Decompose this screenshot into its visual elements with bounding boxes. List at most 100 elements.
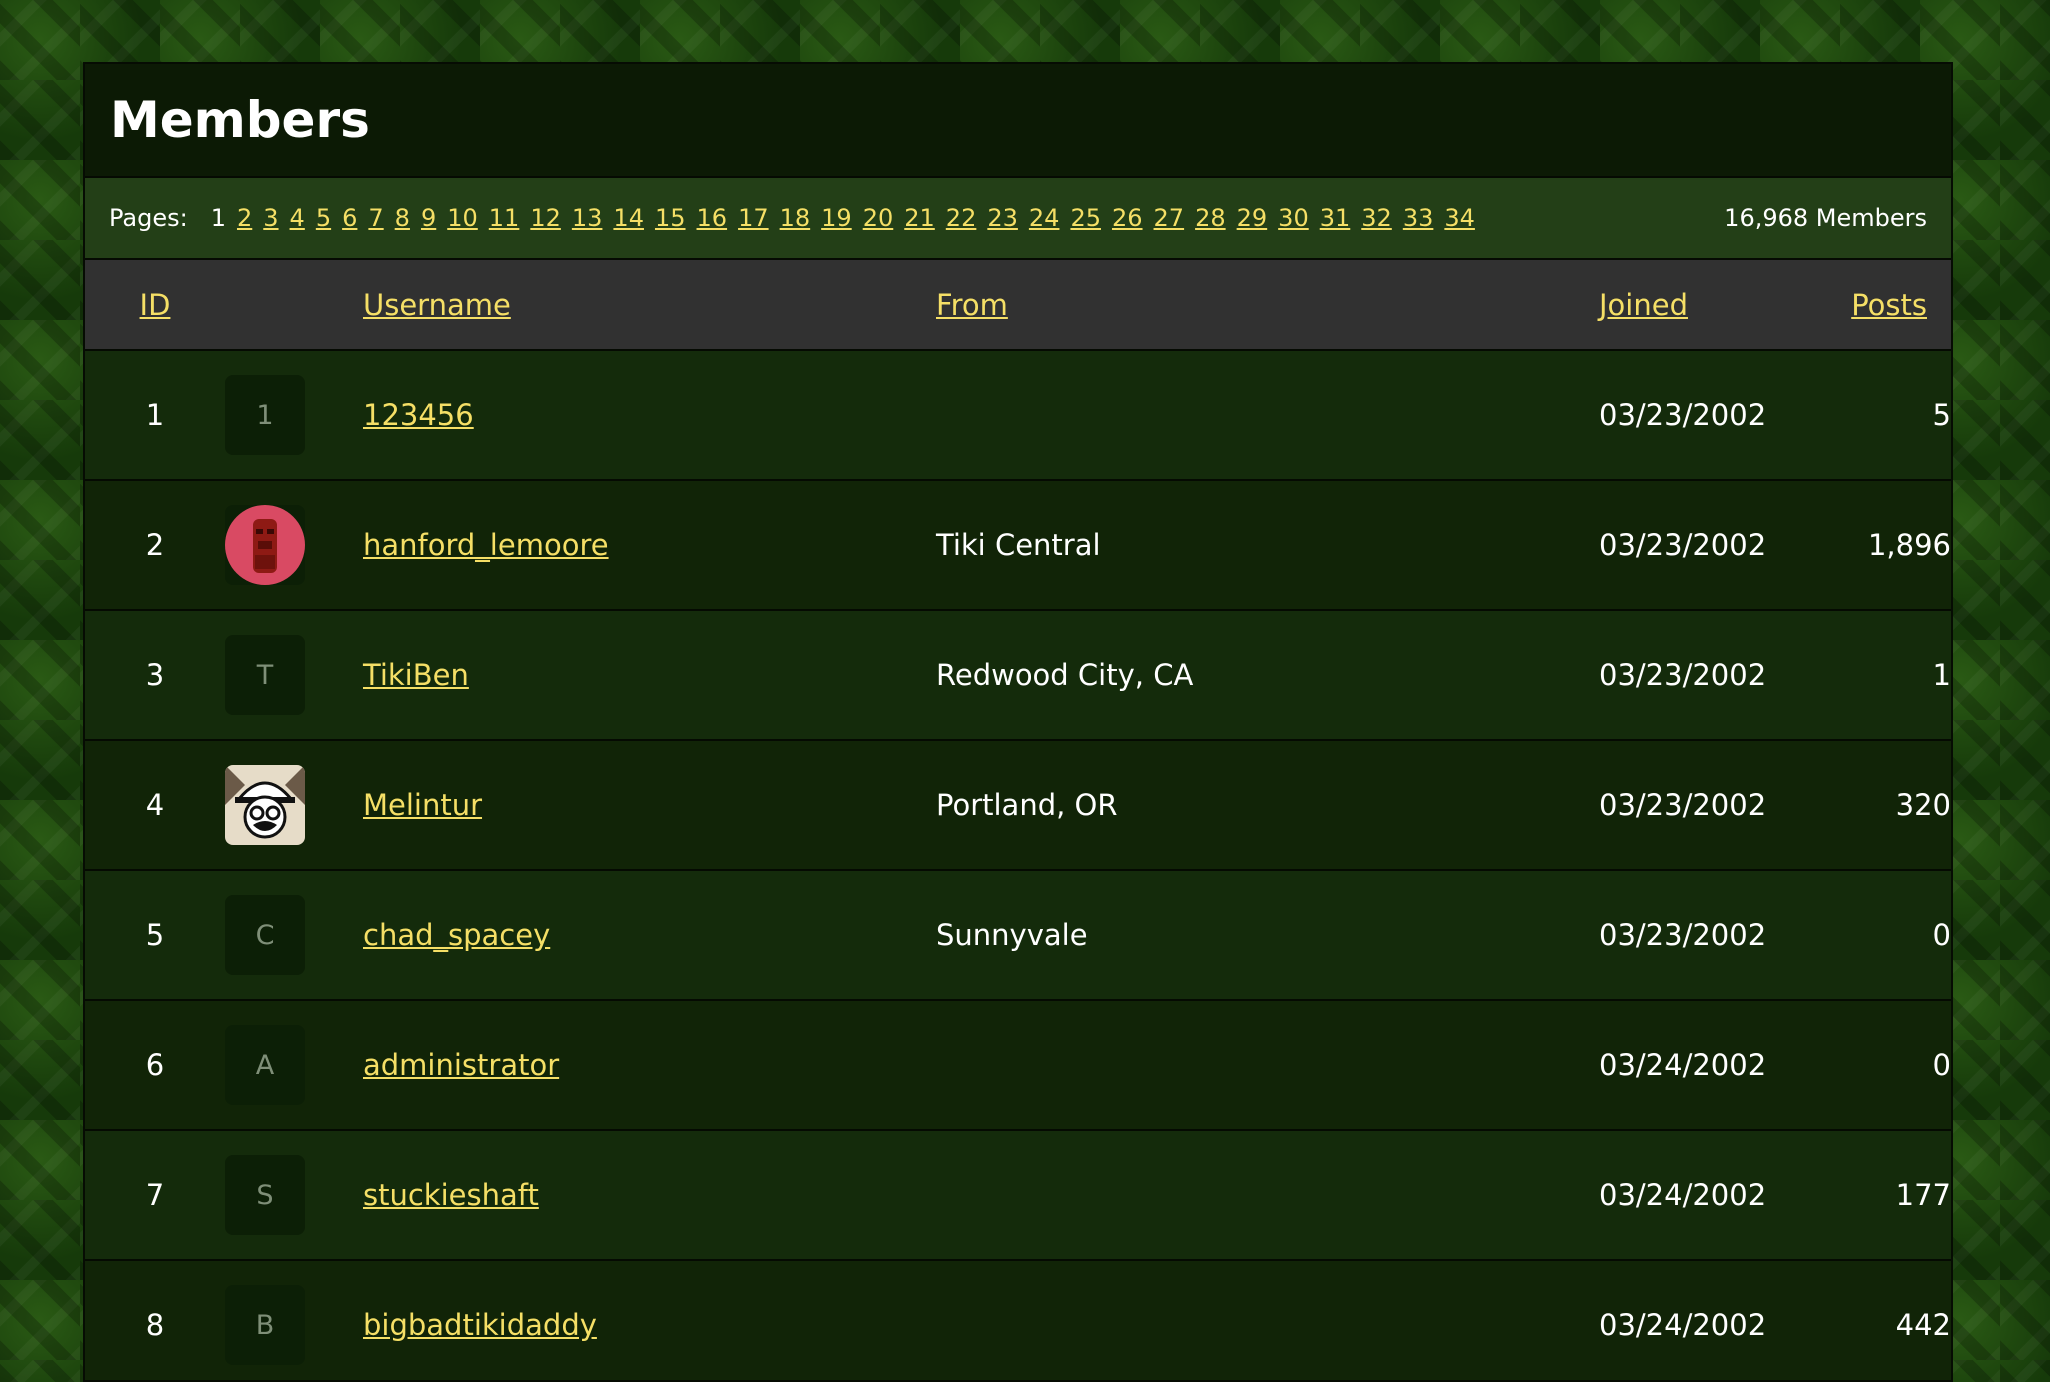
page-link[interactable]: 10 — [447, 204, 478, 232]
column-header-joined[interactable]: Joined — [1599, 260, 1791, 351]
username-link[interactable]: Melintur — [363, 788, 482, 822]
table-row: 7 Sstuckieshaft 03/24/2002 177 — [85, 1130, 1951, 1260]
page-link[interactable]: 28 — [1195, 204, 1226, 232]
username-link[interactable]: 123456 — [363, 398, 474, 432]
username-cell: 123456 — [363, 350, 936, 480]
page-link[interactable]: 9 — [421, 204, 436, 232]
page-link[interactable]: 21 — [904, 204, 935, 232]
member-joined: 03/24/2002 — [1599, 1048, 1767, 1082]
member-posts: 1 — [1932, 658, 1951, 692]
page-link[interactable]: 33 — [1403, 204, 1434, 232]
member-joined: 03/23/2002 — [1599, 528, 1767, 562]
username-link[interactable]: administrator — [363, 1048, 559, 1082]
member-posts: 1,896 — [1867, 528, 1951, 562]
pagination: Pages: 1 2 3 4 5 6 7 8 9 10 11 12 13 14 15 16 17 18 19 20 2… — [109, 204, 1475, 232]
avatar-placeholder[interactable]: T — [225, 635, 305, 715]
member-posts: 0 — [1932, 1048, 1951, 1082]
pagination-bar: Pages: 1 2 3 4 5 6 7 8 9 10 11 12 13 14 15 16 17 18 19 20 2… — [85, 178, 1951, 260]
member-id: 3 — [145, 658, 165, 692]
member-from: Portland, OR — [936, 788, 1118, 822]
page-link[interactable]: 8 — [395, 204, 410, 232]
member-joined: 03/24/2002 — [1599, 1308, 1767, 1342]
avatar-placeholder[interactable]: 1 — [225, 375, 305, 455]
page-link[interactable]: 23 — [987, 204, 1018, 232]
page-link[interactable]: 3 — [263, 204, 278, 232]
page-link[interactable]: 14 — [613, 204, 644, 232]
member-id: 1 — [145, 398, 165, 432]
page-link[interactable]: 12 — [530, 204, 561, 232]
username-link[interactable]: bigbadtikidaddy — [363, 1308, 597, 1342]
member-joined: 03/23/2002 — [1599, 398, 1767, 432]
member-joined: 03/23/2002 — [1599, 658, 1767, 692]
table-row: 8 Bbigbadtikidaddy 03/24/2002 442 — [85, 1260, 1951, 1380]
member-id: 7 — [145, 1178, 165, 1212]
page-link[interactable]: 19 — [821, 204, 852, 232]
member-posts: 177 — [1895, 1178, 1951, 1212]
members-panel: Members Pages: 1 2 3 4 5 6 7 8 9 10 11 12 13 14 15 16 1… — [83, 62, 1953, 1382]
page-link[interactable]: 30 — [1278, 204, 1309, 232]
member-id: 6 — [145, 1048, 165, 1082]
member-from — [936, 350, 1599, 480]
username-cell: administrator — [363, 1000, 936, 1130]
page-link[interactable]: 16 — [697, 204, 728, 232]
avatar-letter: A — [255, 1049, 275, 1081]
avatar-cell: A — [225, 1000, 363, 1130]
page-link[interactable]: 24 — [1029, 204, 1060, 232]
username-link[interactable]: hanford_lemoore — [363, 528, 609, 562]
avatar-letter: S — [256, 1179, 274, 1211]
panel-header: Members — [85, 64, 1951, 178]
username-cell: bigbadtikidaddy — [363, 1260, 936, 1380]
page-link[interactable]: 32 — [1361, 204, 1392, 232]
page-link[interactable]: 20 — [863, 204, 894, 232]
member-id: 8 — [145, 1308, 165, 1342]
avatar-placeholder[interactable]: S — [225, 1155, 305, 1235]
page-link[interactable]: 4 — [290, 204, 305, 232]
page-link[interactable]: 5 — [316, 204, 331, 232]
page-link[interactable]: 31 — [1320, 204, 1351, 232]
avatar-letter: T — [256, 659, 274, 691]
avatar-cell: S — [225, 1130, 363, 1260]
avatar-pith-helmet-face[interactable] — [225, 765, 305, 845]
member-from: Tiki Central — [936, 528, 1101, 562]
avatar-placeholder[interactable]: C — [225, 895, 305, 975]
column-header-username[interactable]: Username — [363, 260, 936, 351]
column-header-from[interactable]: From — [936, 260, 1599, 351]
avatar-placeholder[interactable]: B — [225, 1285, 305, 1365]
username-cell: chad_spacey — [363, 870, 936, 1000]
avatar-cell: B — [225, 1260, 363, 1380]
page-link[interactable]: 11 — [489, 204, 520, 232]
page-link[interactable]: 15 — [655, 204, 686, 232]
page-link[interactable]: 25 — [1070, 204, 1101, 232]
username-link[interactable]: TikiBen — [363, 658, 469, 692]
page-link[interactable]: 34 — [1444, 204, 1475, 232]
member-from — [936, 1130, 1599, 1260]
member-joined: 03/24/2002 — [1599, 1178, 1767, 1212]
members-table: ID Username From Joined Posts 1 1 123456 03… — [85, 260, 1951, 1380]
page-current: 1 — [210, 204, 226, 232]
avatar-cell: T — [225, 610, 363, 740]
page-link[interactable]: 13 — [572, 204, 603, 232]
table-header-row: ID Username From Joined Posts — [85, 260, 1951, 351]
member-joined: 03/23/2002 — [1599, 788, 1767, 822]
member-id: 4 — [145, 788, 165, 822]
username-cell: stuckieshaft — [363, 1130, 936, 1260]
page-link[interactable]: 7 — [368, 204, 383, 232]
page-link[interactable]: 26 — [1112, 204, 1143, 232]
username-link[interactable]: stuckieshaft — [363, 1178, 539, 1212]
avatar-tiki-statue[interactable] — [225, 505, 305, 585]
username-link[interactable]: chad_spacey — [363, 918, 550, 952]
member-from: Redwood City, CA — [936, 658, 1194, 692]
page-link[interactable]: 27 — [1154, 204, 1185, 232]
page-link[interactable]: 17 — [738, 204, 769, 232]
page-link[interactable]: 18 — [780, 204, 811, 232]
page-link[interactable]: 6 — [342, 204, 357, 232]
column-header-id[interactable]: ID — [85, 260, 225, 351]
avatar-placeholder[interactable]: A — [225, 1025, 305, 1105]
member-joined: 03/23/2002 — [1599, 918, 1767, 952]
page-link[interactable]: 2 — [237, 204, 252, 232]
page-link[interactable]: 22 — [946, 204, 977, 232]
table-row: 1 1 123456 03/23/2002 5 — [85, 350, 1951, 480]
avatar-cell: 1 — [225, 350, 363, 480]
page-link[interactable]: 29 — [1237, 204, 1268, 232]
column-header-posts[interactable]: Posts — [1791, 260, 1951, 351]
